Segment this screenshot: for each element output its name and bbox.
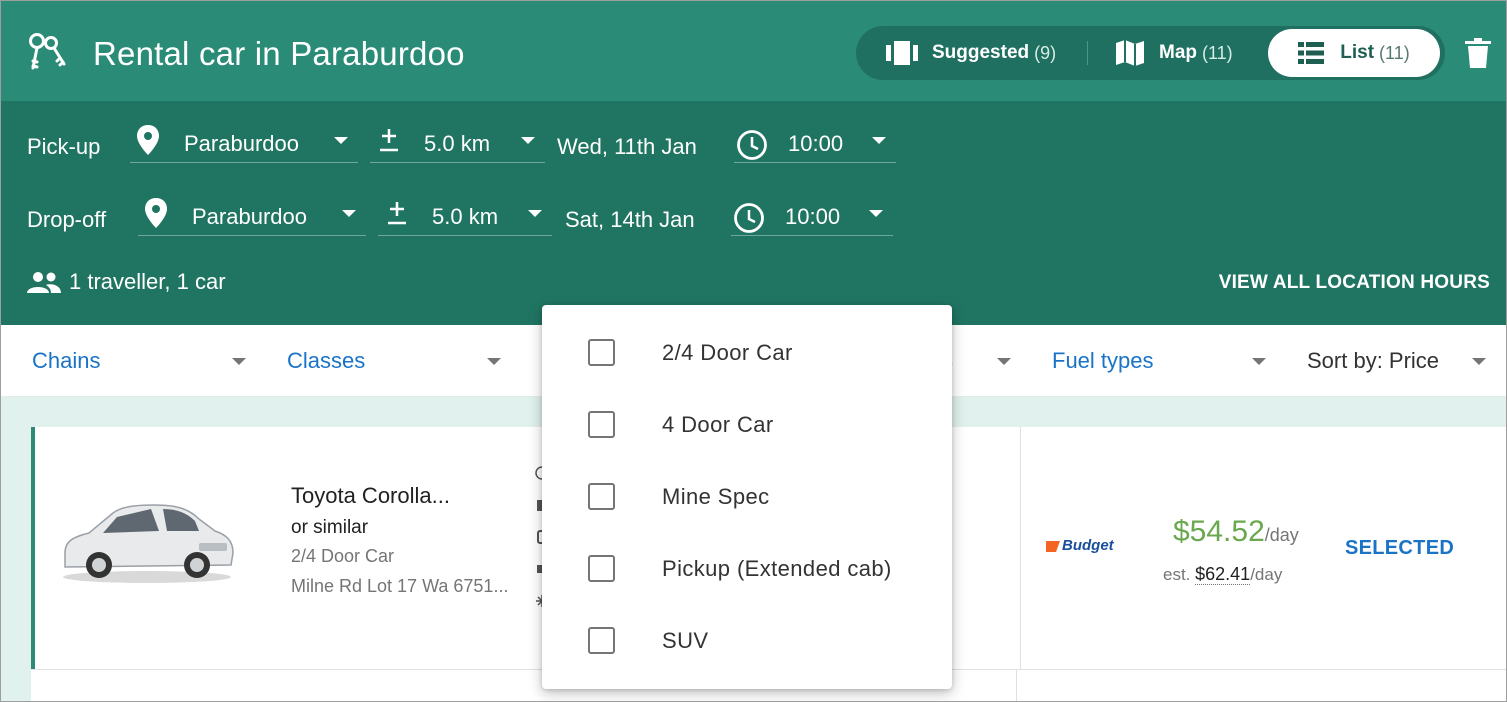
caret-down-icon [232,358,246,365]
car-image [63,504,234,583]
app-window: Rental car in Paraburdoo Suggested (9) M… [0,0,1507,702]
checkbox[interactable] [588,627,615,654]
view-list-count: (11) [1379,42,1410,63]
pickup-location-value: Paraburdoo [184,131,299,156]
class-option-label: Pickup (Extended cab) [662,556,892,581]
class-option-label: SUV [662,628,709,653]
brand-name: Budget [1062,537,1114,554]
class-option[interactable]: SUV [542,605,952,677]
classes-dropdown-menu: 2/4 Door Car 4 Door Car Mine Spec Pickup… [542,305,952,689]
class-option[interactable]: 4 Door Car [542,389,952,461]
dropoff-location-select[interactable]: Paraburdoo [138,190,366,236]
page-title: Rental car in Paraburdoo [93,35,465,72]
pickup-label: Pick-up [27,134,101,159]
clock-icon [737,130,767,160]
checkbox[interactable] [588,483,615,510]
filter-fuel-types[interactable]: Fuel types [1052,348,1154,374]
plus-minus-icon [380,129,398,152]
card-divider [1020,427,1021,701]
people-icon [27,272,61,293]
pickup-location-select[interactable]: Paraburdoo [130,117,358,163]
price-value: $54.52 [1173,515,1265,548]
car-name: Toyota Corolla... [291,483,450,508]
car-address: Milne Rd Lot 17 Wa 6751... [291,576,509,596]
class-option[interactable]: Pickup (Extended cab) [542,533,952,605]
dropoff-label: Drop-off [27,207,107,232]
view-toggle: Suggested (9) Map (11) List (11) [856,26,1445,80]
search-panel: Pick-up Paraburdoo 5.0 km Wed, 11th Jan … [1,101,1506,325]
car-similar: or similar [291,517,369,538]
selected-button[interactable]: SELECTED [1345,537,1454,560]
price-per-day: $54.52/day [1173,515,1299,549]
caret-down-icon [997,358,1011,365]
filter-chains[interactable]: Chains [32,348,100,374]
class-option[interactable]: Mine Spec [542,461,952,533]
view-suggested-label: Suggested [932,42,1030,63]
view-all-location-hours-link[interactable]: VIEW ALL LOCATION HOURS [1219,272,1490,294]
travellers-selector[interactable]: 1 traveller, 1 car [27,269,226,295]
checkbox[interactable] [588,555,615,582]
caret-down-icon [342,210,356,217]
sort-select[interactable]: Sort by: Price [1307,348,1439,374]
est-total-value[interactable]: $62.41 [1195,564,1251,585]
dropoff-radius-value: 5.0 km [432,204,499,229]
filter-classes[interactable]: Classes [287,348,365,374]
clock-icon [734,203,764,233]
car-class: 2/4 Door Car [291,546,395,566]
dropoff-radius-select[interactable]: 5.0 km [378,190,552,236]
view-map-count: (11) [1202,42,1233,63]
pickup-time-select[interactable]: 10:00 [734,117,896,163]
caret-down-icon [869,210,883,217]
view-list-button[interactable]: List (11) [1268,29,1440,77]
estimated-total: est. $62.41/day [1163,564,1282,585]
caret-down-icon [1252,358,1266,365]
caret-down-icon [487,358,501,365]
plus-minus-icon [388,202,406,225]
trash-icon[interactable] [1465,38,1491,68]
class-option-label: Mine Spec [662,484,770,509]
caret-down-icon [872,137,886,144]
map-icon [1116,40,1144,66]
card-divider [1016,669,1017,701]
est-label: est. [1163,565,1191,584]
caret-down-icon [1472,358,1486,365]
caret-down-icon [528,210,542,217]
view-map-button[interactable]: Map (11) [1115,26,1233,80]
pickup-radius-select[interactable]: 5.0 km [370,117,545,163]
est-unit: /day [1250,565,1283,584]
cards-icon [886,41,918,65]
budget-logo: Budget [1046,537,1118,555]
pickup-time-value: 10:00 [788,131,844,156]
view-suggested-count: (9) [1034,42,1057,63]
view-list-label: List [1340,42,1375,63]
location-pin-icon [145,198,167,228]
keys-icon [29,33,66,70]
location-pin-icon [137,125,159,155]
class-option-label: 2/4 Door Car [662,340,793,365]
dropoff-date[interactable]: Sat, 14th Jan [565,207,695,233]
pickup-date[interactable]: Wed, 11th Jan [557,134,697,160]
checkbox[interactable] [588,411,615,438]
class-option[interactable]: 2/4 Door Car [542,317,952,389]
view-map-label: Map [1159,42,1197,63]
dropoff-time-value: 10:00 [785,204,841,229]
caret-down-icon [334,137,348,144]
view-separator [1087,41,1088,65]
dropoff-time-select[interactable]: 10:00 [731,190,893,236]
travellers-label: 1 traveller, 1 car [69,269,226,294]
pickup-radius-value: 5.0 km [424,131,491,156]
checkbox[interactable] [588,339,615,366]
dropoff-location-value: Paraburdoo [192,204,307,229]
view-suggested-button[interactable]: Suggested (9) [886,26,1056,80]
class-option-label: 4 Door Car [662,412,774,437]
list-icon [1298,42,1325,64]
price-unit: /day [1264,525,1299,545]
header-bar: Rental car in Paraburdoo Suggested (9) M… [1,1,1506,101]
caret-down-icon [521,137,535,144]
